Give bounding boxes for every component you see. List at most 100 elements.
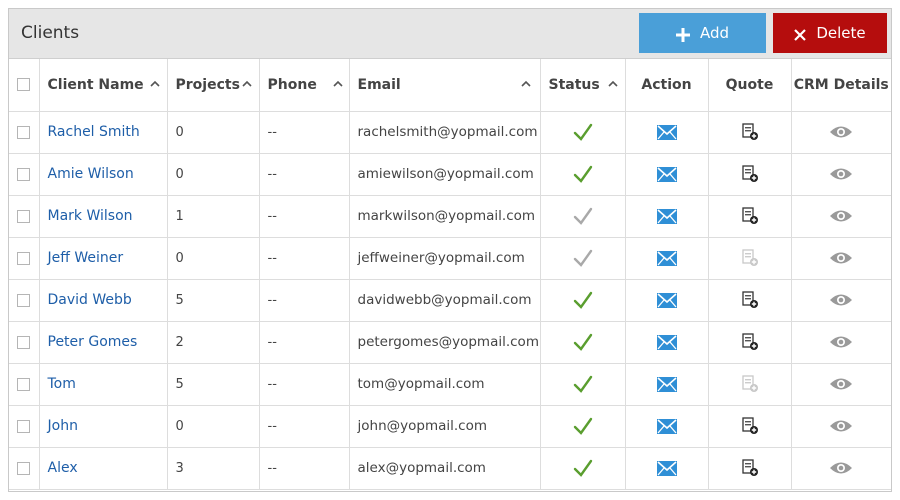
client-name-link[interactable]: Amie Wilson [39,153,168,196]
eye-icon[interactable] [829,166,853,182]
projects-count: 0 [167,153,260,196]
envelope-icon[interactable] [656,292,677,308]
client-name-link[interactable]: Rachel Smith [39,111,168,154]
crm-cell [791,321,891,364]
row-checkbox[interactable] [17,335,31,349]
column-label: Email [357,76,401,93]
row-select-cell [9,447,40,490]
crm-cell [791,195,891,238]
quote-add-icon[interactable] [741,207,759,225]
chevron-up-icon[interactable] [149,79,160,89]
client-name-link[interactable]: David Webb [39,279,168,322]
column-projects[interactable]: Projects [167,59,260,112]
quote-cell [708,237,792,280]
client-name-link[interactable]: Alex [39,447,168,490]
envelope-icon[interactable] [656,208,677,224]
eye-icon[interactable] [829,250,853,266]
quote-add-icon[interactable] [741,249,759,267]
row-checkbox[interactable] [17,209,31,223]
envelope-icon[interactable] [656,418,677,434]
status-cell [540,279,626,322]
row-checkbox[interactable] [17,461,31,475]
quote-add-icon[interactable] [741,165,759,183]
column-status[interactable]: Status [540,59,626,112]
eye-icon[interactable] [829,460,853,476]
row-checkbox[interactable] [17,125,31,139]
row-checkbox[interactable] [17,167,31,181]
envelope-icon[interactable] [656,376,677,392]
table-row: Jeff Weiner 0 -- jeffweiner@yopmail.com [9,237,891,280]
projects-count: 1 [167,195,260,238]
phone-value: -- [259,363,350,406]
eye-icon[interactable] [829,376,853,392]
envelope-icon[interactable] [656,250,677,266]
select-all-checkbox[interactable] [17,78,31,92]
column-label: Client Name [47,76,144,93]
chevron-up-icon[interactable] [332,79,343,89]
envelope-icon[interactable] [656,166,677,182]
action-cell [625,321,709,364]
client-name-link[interactable]: Jeff Weiner [39,237,168,280]
projects-count: 0 [167,237,260,280]
email-value: markwilson@yopmail.com [349,195,541,238]
email-value: davidwebb@yopmail.com [349,279,541,322]
quote-add-icon[interactable] [741,291,759,309]
envelope-icon[interactable] [656,460,677,476]
phone-value: -- [259,195,350,238]
column-crm-details: CRM Details [791,59,891,112]
row-select-cell [9,321,40,364]
eye-icon[interactable] [829,334,853,350]
action-cell [625,363,709,406]
phone-value: -- [259,111,350,154]
eye-icon[interactable] [829,208,853,224]
chevron-up-icon[interactable] [520,79,531,89]
client-name-link[interactable]: John [39,405,168,448]
delete-button[interactable]: Delete [773,13,887,53]
status-cell [540,447,626,490]
envelope-icon[interactable] [656,124,677,140]
client-name-link[interactable]: Peter Gomes [39,321,168,364]
table-row: David Webb 5 -- davidwebb@yopmail.com [9,279,891,322]
row-checkbox[interactable] [17,293,31,307]
column-email[interactable]: Email [349,59,541,112]
column-client-name[interactable]: Client Name [39,59,168,112]
eye-icon[interactable] [829,124,853,140]
quote-add-icon[interactable] [741,459,759,477]
status-cell [540,321,626,364]
quote-add-icon[interactable] [741,333,759,351]
table-body: Rachel Smith 0 -- rachelsmith@yopmail.co… [9,111,891,490]
checkmark-icon [573,459,592,477]
row-checkbox[interactable] [17,377,31,391]
column-phone[interactable]: Phone [259,59,350,112]
eye-icon[interactable] [829,292,853,308]
row-checkbox[interactable] [17,251,31,265]
table-row: Tom 5 -- tom@yopmail.com [9,363,891,406]
table-row: Amie Wilson 0 -- amiewilson@yopmail.com [9,153,891,196]
action-cell [625,279,709,322]
phone-value: -- [259,321,350,364]
chevron-up-icon[interactable] [241,79,252,89]
chevron-up-icon[interactable] [607,79,618,89]
table-row: Peter Gomes 2 -- petergomes@yopmail.com [9,321,891,364]
quote-add-icon[interactable] [741,123,759,141]
envelope-icon[interactable] [656,334,677,350]
quote-add-icon[interactable] [741,375,759,393]
status-cell [540,111,626,154]
action-cell [625,237,709,280]
checkmark-icon [573,291,592,309]
phone-value: -- [259,153,350,196]
eye-icon[interactable] [829,418,853,434]
email-value: rachelsmith@yopmail.com [349,111,541,154]
add-button[interactable]: Add [639,13,766,53]
client-name-link[interactable]: Tom [39,363,168,406]
checkmark-icon [573,375,592,393]
action-cell [625,195,709,238]
row-checkbox[interactable] [17,419,31,433]
table-header-row: Client Name Projects Phone Email Status [9,59,891,112]
quote-add-icon[interactable] [741,417,759,435]
table-row: John 0 -- john@yopmail.com [9,405,891,448]
row-select-cell [9,363,40,406]
crm-cell [791,153,891,196]
column-label: Phone [267,76,317,93]
client-name-link[interactable]: Mark Wilson [39,195,168,238]
